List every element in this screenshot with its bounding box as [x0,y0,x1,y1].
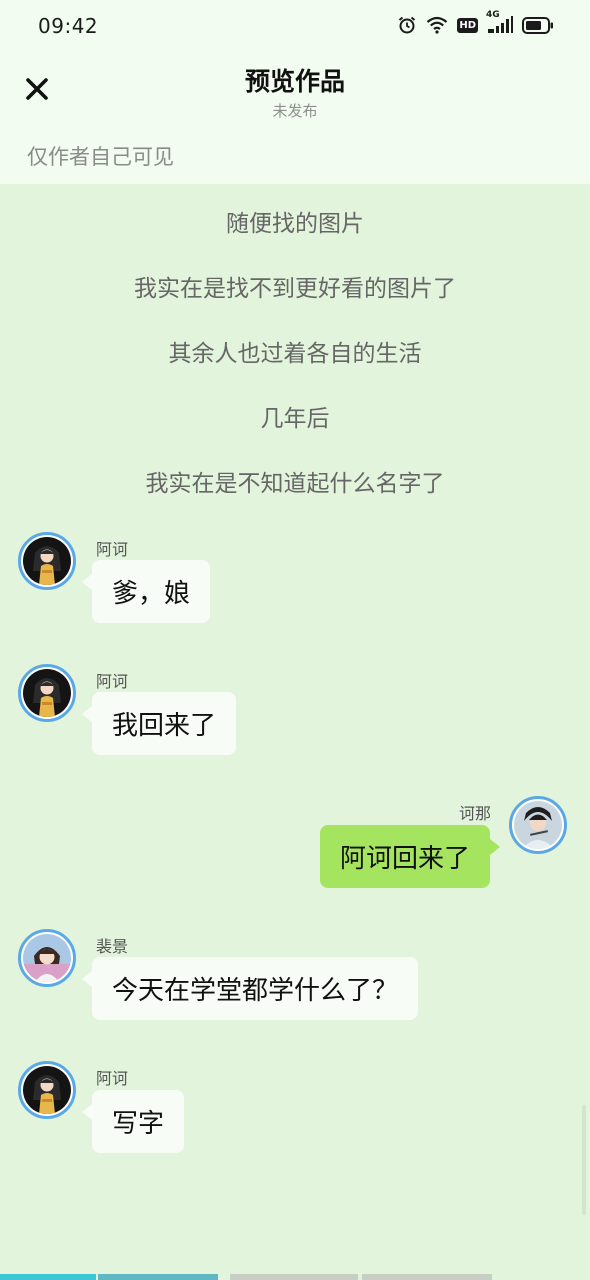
avatar[interactable] [18,929,76,987]
character-portrait-icon [23,1066,71,1114]
wifi-icon [426,16,448,34]
character-portrait-icon [23,934,71,982]
battery-icon [522,16,554,34]
sender-name: 阿诃 [96,1069,129,1088]
status-time: 09:42 [38,14,99,38]
character-portrait-icon [23,537,71,585]
character-portrait-icon [23,669,71,717]
avatar[interactable] [18,1061,76,1119]
avatar[interactable] [509,796,567,854]
progress-segment [98,1274,218,1280]
avatar[interactable] [18,664,76,722]
message-bubble[interactable]: 写字 [81,1090,185,1153]
character-portrait-icon [514,801,562,849]
message-bubble[interactable]: 今天在学堂都学什么了？ [81,957,419,1020]
scrollbar[interactable] [582,1105,586,1215]
sender-name: 阿诃 [96,540,129,559]
status-icons: HD 4G [397,10,554,35]
narration-line: 我实在是不知道起什么名字了 [145,471,445,497]
hd-icon: HD [457,17,478,33]
message-bubble[interactable]: 爹，娘 [81,560,211,623]
visibility-note: 仅作者自己可见 [27,145,174,169]
narration-line: 我实在是找不到更好看的图片了 [134,276,456,302]
page-title: 预览作品 [244,67,345,96]
narration-line: 其余人也过着各自的生活 [168,341,422,367]
message-bubble[interactable]: 我回来了 [81,692,237,755]
progress-segment [362,1274,492,1280]
story-progress [0,1274,590,1280]
narration-line: 几年后 [260,406,330,432]
progress-segment [230,1274,358,1280]
signal-4g-icon: 4G [486,10,513,34]
header: 预览作品 未发布 仅作者自己可见 [0,52,590,184]
sender-name: 裴景 [96,937,129,956]
sender-name: 诃那 [459,804,492,823]
sender-name: 阿诃 [96,672,129,691]
avatar[interactable] [18,532,76,590]
message-bubble[interactable]: 阿诃回来了 [320,825,501,888]
alarm-icon [397,15,417,35]
page-subtitle: 未发布 [272,102,318,120]
narration-line: 随便找的图片 [226,211,364,237]
progress-segment [0,1274,96,1280]
status-bar: 09:42 HD 4G [0,0,590,52]
